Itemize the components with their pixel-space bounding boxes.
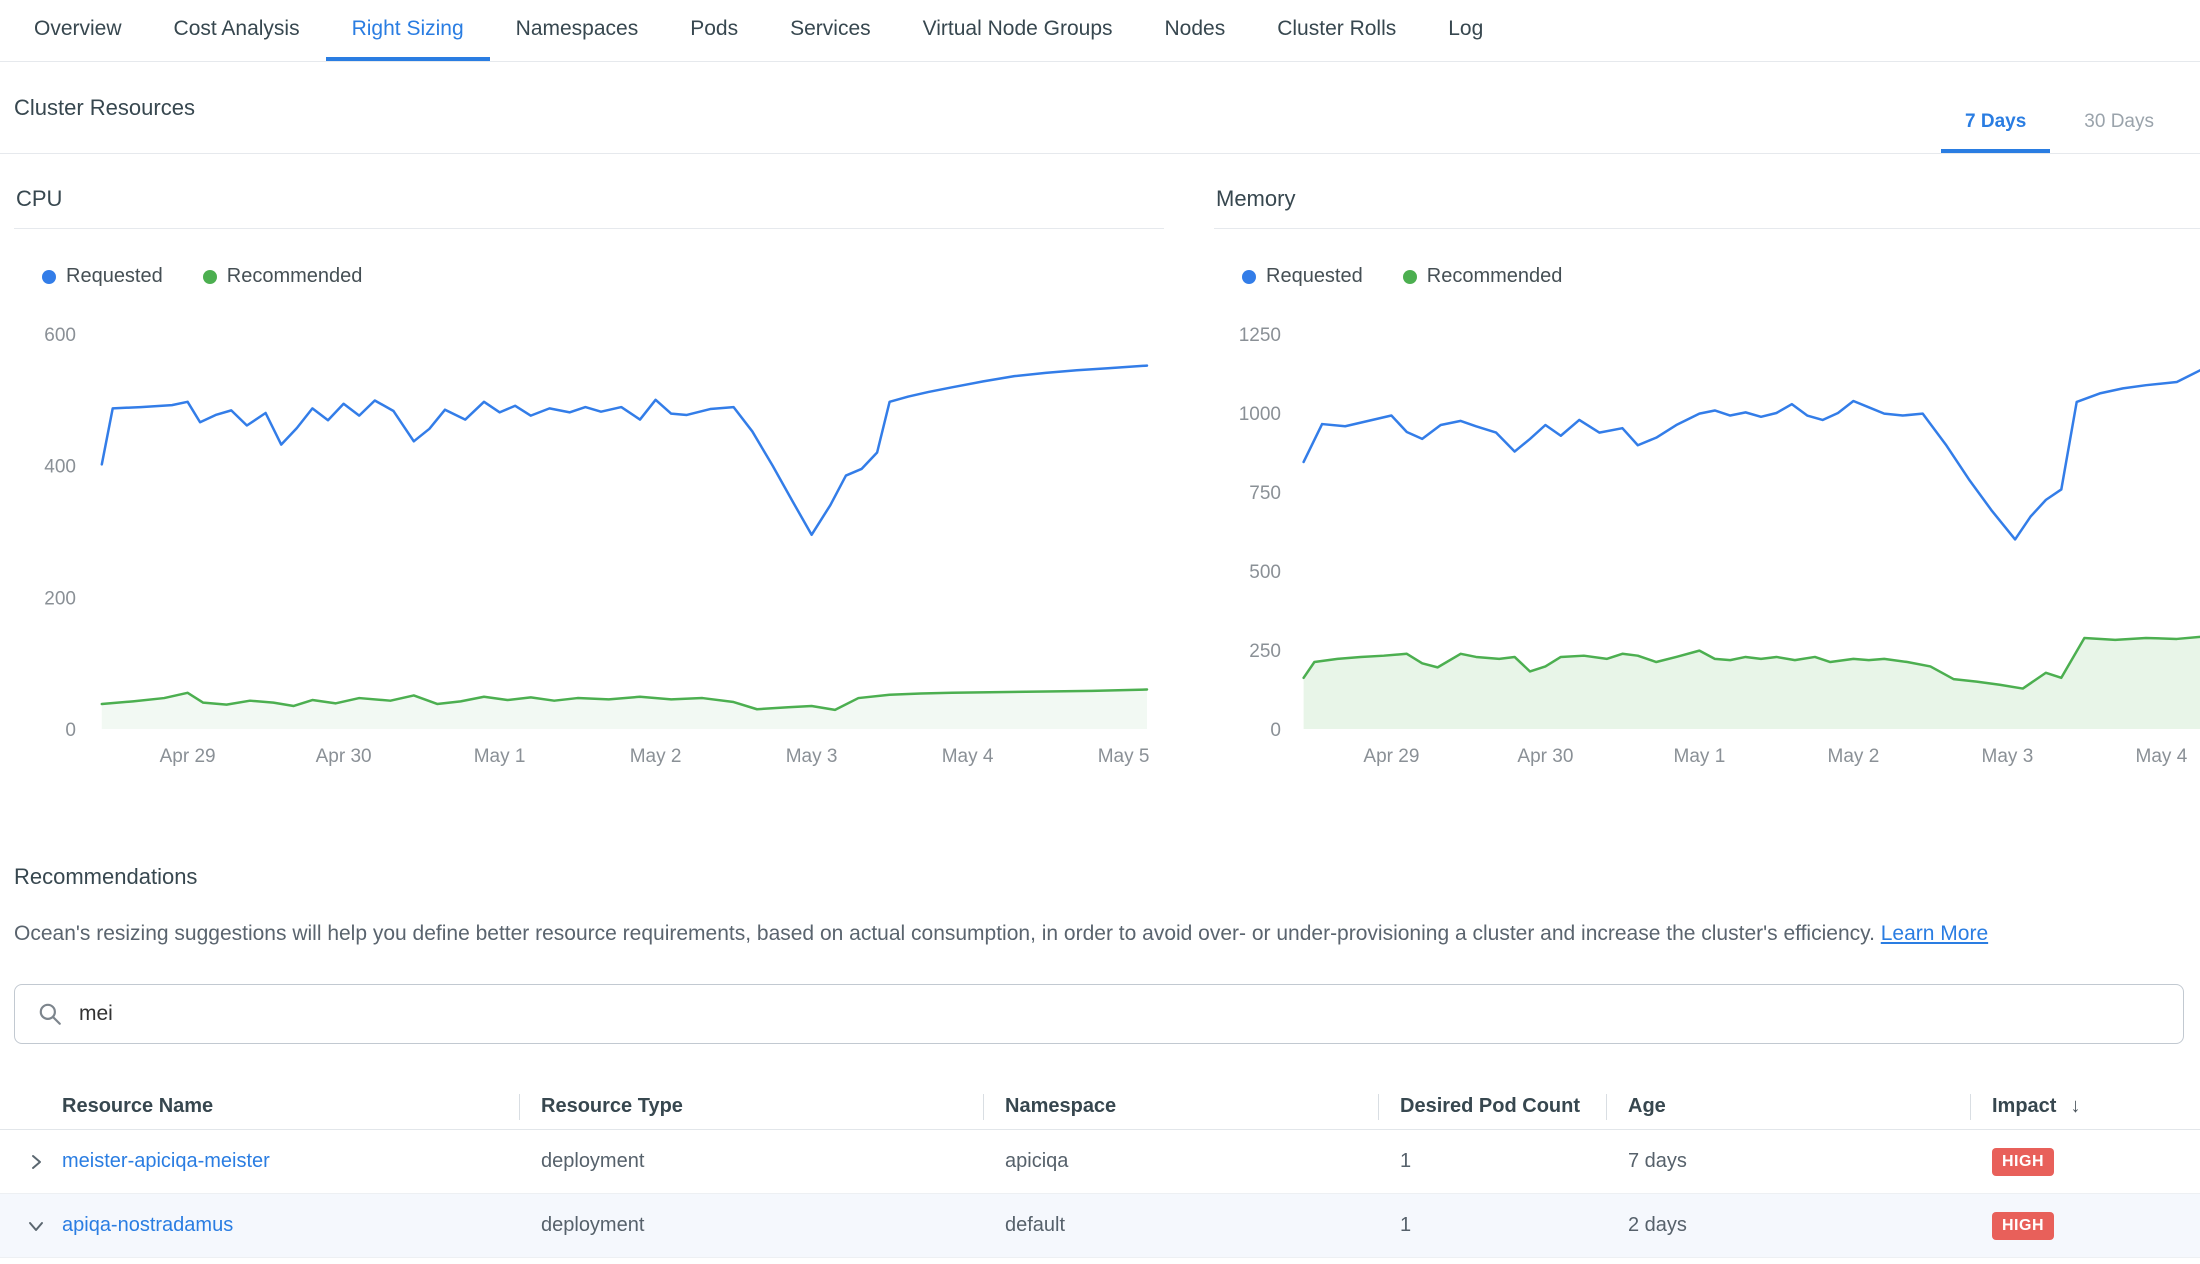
tab-cluster-rolls[interactable]: Cluster Rolls bbox=[1251, 0, 1422, 61]
svg-text:0: 0 bbox=[65, 720, 76, 741]
cluster-resources-header: Cluster Resources 7 Days 30 Days bbox=[0, 62, 2200, 154]
resource-name-cell: meister-apiciqa-meister bbox=[0, 1150, 519, 1173]
svg-text:400: 400 bbox=[44, 457, 76, 478]
legend-item-requested[interactable]: Requested bbox=[1242, 265, 1363, 288]
tab-namespaces[interactable]: Namespaces bbox=[490, 0, 665, 61]
legend-item-requested[interactable]: Requested bbox=[42, 265, 163, 288]
table-row[interactable]: meister-apiciqa-meister deployment apici… bbox=[0, 1130, 2200, 1194]
legend-label: Requested bbox=[66, 265, 163, 288]
recommendations-description-text: Ocean's resizing suggestions will help y… bbox=[14, 922, 1875, 945]
svg-text:May 4: May 4 bbox=[942, 746, 994, 767]
impact-cell: HIGH bbox=[1970, 1212, 2200, 1240]
resource-type-cell: deployment bbox=[519, 1214, 983, 1237]
search-icon bbox=[37, 1001, 63, 1027]
svg-text:Apr 30: Apr 30 bbox=[1517, 746, 1573, 767]
svg-text:May 1: May 1 bbox=[1674, 746, 1726, 767]
tab-pods[interactable]: Pods bbox=[664, 0, 764, 61]
charts-row: CPU Requested Recommended 0 200 400 600 Apr … bbox=[0, 154, 2200, 774]
svg-text:500: 500 bbox=[1249, 562, 1281, 583]
range-7-days[interactable]: 7 Days bbox=[1941, 95, 2050, 153]
time-range-toggle: 7 Days 30 Days bbox=[1941, 62, 2178, 153]
range-30-days[interactable]: 30 Days bbox=[2060, 95, 2178, 153]
svg-text:May 4: May 4 bbox=[2136, 746, 2188, 767]
svg-text:Apr 29: Apr 29 bbox=[160, 746, 216, 767]
recommendations-description: Ocean's resizing suggestions will help y… bbox=[14, 920, 2178, 948]
impact-high-badge: HIGH bbox=[1992, 1148, 2054, 1176]
top-tabbar: Overview Cost Analysis Right Sizing Name… bbox=[0, 0, 2200, 62]
svg-text:750: 750 bbox=[1249, 483, 1281, 504]
impact-cell: HIGH bbox=[1970, 1148, 2200, 1176]
search-input[interactable] bbox=[79, 1002, 2161, 1026]
chevron-down-icon[interactable] bbox=[26, 1216, 46, 1236]
age-cell: 7 days bbox=[1606, 1150, 1970, 1173]
search-bar[interactable] bbox=[14, 984, 2184, 1044]
tab-nodes[interactable]: Nodes bbox=[1139, 0, 1252, 61]
header-namespace[interactable]: Namespace bbox=[983, 1095, 1378, 1118]
cluster-resources-title: Cluster Resources bbox=[14, 95, 195, 121]
tab-virtual-node-groups[interactable]: Virtual Node Groups bbox=[897, 0, 1139, 61]
svg-text:May 5: May 5 bbox=[1098, 746, 1150, 767]
svg-text:1250: 1250 bbox=[1239, 325, 1281, 346]
header-age[interactable]: Age bbox=[1606, 1095, 1970, 1118]
impact-high-badge: HIGH bbox=[1992, 1212, 2054, 1240]
memory-chart-title: Memory bbox=[1214, 178, 2200, 229]
svg-text:250: 250 bbox=[1249, 641, 1281, 662]
memory-chart-legend: Requested Recommended bbox=[1242, 265, 2200, 288]
cpu-chart-panel: CPU Requested Recommended 0 200 400 600 Apr … bbox=[14, 178, 1164, 774]
table-row[interactable]: apiqa-nostradamus deployment default 1 2… bbox=[0, 1194, 2200, 1258]
svg-text:May 1: May 1 bbox=[474, 746, 526, 767]
svg-text:0: 0 bbox=[1270, 720, 1281, 741]
learn-more-link[interactable]: Learn More bbox=[1881, 922, 1988, 945]
requested-legend-dot bbox=[42, 270, 56, 284]
tab-right-sizing[interactable]: Right Sizing bbox=[326, 0, 490, 61]
header-resource-type[interactable]: Resource Type bbox=[519, 1095, 983, 1118]
tab-overview[interactable]: Overview bbox=[8, 0, 148, 61]
cpu-line-chart: 0 200 400 600 Apr 29 Apr 30 May 1 May 2 May 3 May… bbox=[14, 294, 1164, 774]
legend-item-recommended[interactable]: Recommended bbox=[1403, 265, 1563, 288]
header-impact[interactable]: Impact ↓ bbox=[1970, 1095, 2200, 1118]
svg-text:May 3: May 3 bbox=[786, 746, 838, 767]
svg-text:Apr 29: Apr 29 bbox=[1363, 746, 1419, 767]
recommendations-title: Recommendations bbox=[14, 864, 2200, 890]
resource-name-link[interactable]: meister-apiciqa-meister bbox=[62, 1150, 270, 1173]
recommended-legend-dot bbox=[203, 270, 217, 284]
header-desired-pod-count[interactable]: Desired Pod Count bbox=[1378, 1095, 1606, 1118]
svg-text:200: 200 bbox=[44, 588, 76, 609]
desired-pod-count-cell: 1 bbox=[1378, 1214, 1606, 1237]
resource-type-cell: deployment bbox=[519, 1150, 983, 1173]
svg-text:May 2: May 2 bbox=[630, 746, 682, 767]
legend-label: Recommended bbox=[1427, 265, 1563, 288]
age-cell: 2 days bbox=[1606, 1214, 1970, 1237]
tab-cost-analysis[interactable]: Cost Analysis bbox=[148, 0, 326, 61]
tab-services[interactable]: Services bbox=[764, 0, 897, 61]
legend-item-recommended[interactable]: Recommended bbox=[203, 265, 363, 288]
resource-name-cell: apiqa-nostradamus bbox=[0, 1214, 519, 1237]
table-header-row: Resource Name Resource Type Namespace De… bbox=[0, 1084, 2200, 1130]
header-resource-name[interactable]: Resource Name bbox=[0, 1095, 519, 1118]
svg-text:Apr 30: Apr 30 bbox=[316, 746, 372, 767]
svg-text:1000: 1000 bbox=[1239, 404, 1281, 425]
sort-descending-icon[interactable]: ↓ bbox=[2070, 1095, 2080, 1118]
desired-pod-count-cell: 1 bbox=[1378, 1150, 1606, 1173]
chevron-right-icon[interactable] bbox=[26, 1152, 46, 1172]
namespace-cell: apiciqa bbox=[983, 1150, 1378, 1173]
svg-text:May 2: May 2 bbox=[1828, 746, 1880, 767]
header-impact-label: Impact bbox=[1992, 1095, 2056, 1118]
tab-log[interactable]: Log bbox=[1422, 0, 1509, 61]
recommended-legend-dot bbox=[1403, 270, 1417, 284]
namespace-cell: default bbox=[983, 1214, 1378, 1237]
memory-line-chart: 0 250 500 750 1000 1250 Apr 29 Apr 30 May 1 May 2… bbox=[1214, 294, 2200, 774]
resource-name-link[interactable]: apiqa-nostradamus bbox=[62, 1214, 233, 1237]
cpu-chart-legend: Requested Recommended bbox=[42, 265, 1164, 288]
memory-chart-panel: Memory Requested Recommended 0 250 500 750 1… bbox=[1214, 178, 2200, 774]
recommendations-table: Resource Name Resource Type Namespace De… bbox=[0, 1084, 2200, 1258]
legend-label: Requested bbox=[1266, 265, 1363, 288]
svg-text:600: 600 bbox=[44, 325, 76, 346]
svg-text:May 3: May 3 bbox=[1982, 746, 2034, 767]
legend-label: Recommended bbox=[227, 265, 363, 288]
cpu-chart-title: CPU bbox=[14, 178, 1164, 229]
requested-legend-dot bbox=[1242, 270, 1256, 284]
